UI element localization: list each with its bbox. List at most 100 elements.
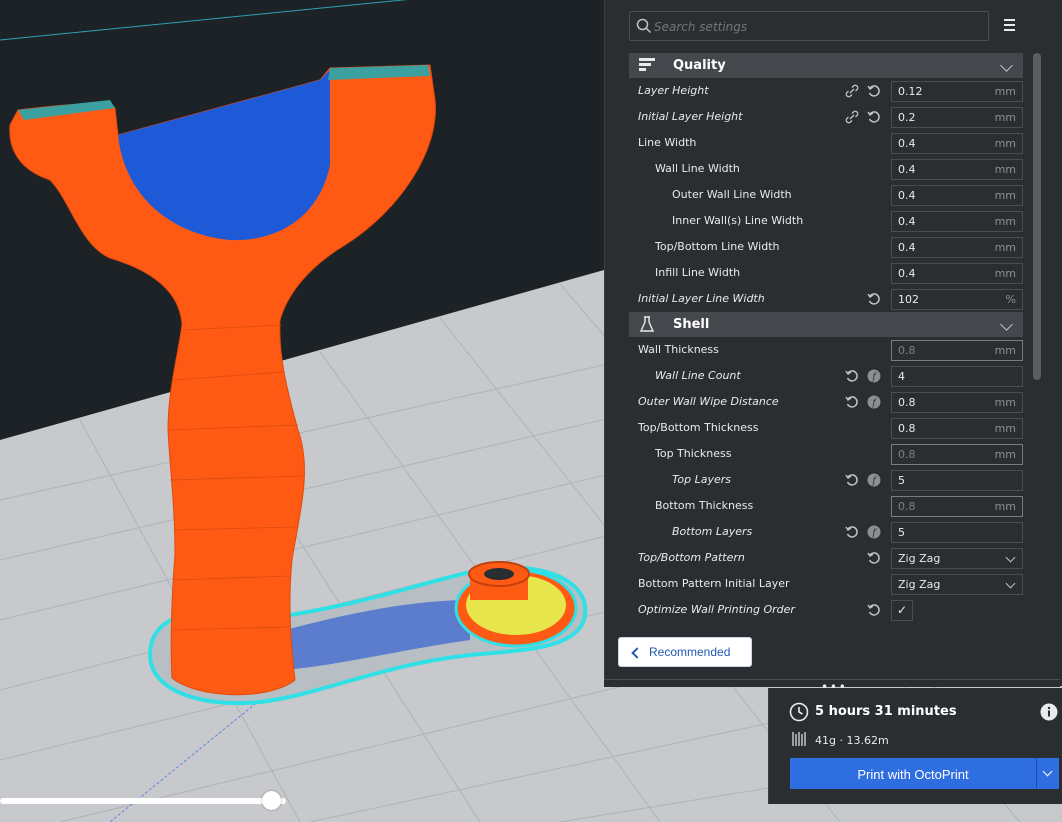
setting-input[interactable]: 0.8 mm <box>891 418 1023 439</box>
print-button[interactable]: Print with OctoPrint <box>790 758 1036 789</box>
setting-label: Wall Line Width <box>655 162 740 175</box>
setting-input[interactable]: 0.12 mm <box>891 81 1023 102</box>
setting-label: Top Layers <box>672 473 731 486</box>
reset-icon[interactable] <box>867 84 881 98</box>
reset-icon[interactable] <box>845 369 859 383</box>
reset-icon[interactable] <box>845 473 859 487</box>
setting-input[interactable]: 5 <box>891 522 1023 543</box>
setting-label: Inner Wall(s) Line Width <box>672 214 804 227</box>
setting-input[interactable]: 0.2 mm <box>891 107 1023 128</box>
setting-row-top-bottom-thickness: Top/Bottom Thickness 0.8 mm <box>629 415 1023 441</box>
setting-label: Outer Wall Line Width <box>672 188 792 201</box>
category-title: Shell <box>673 317 710 332</box>
setting-label: Bottom Layers <box>672 525 753 538</box>
setting-label: Line Width <box>638 136 697 149</box>
settings-menu-button[interactable] <box>1001 16 1019 34</box>
clock-icon <box>789 702 809 722</box>
small-part-hole <box>484 568 514 580</box>
chevron-left-icon <box>631 647 643 659</box>
setting-label: Bottom Thickness <box>655 499 754 512</box>
material-usage: 41g · 13.62m <box>815 734 889 747</box>
setting-label: Top/Bottom Thickness <box>638 421 759 434</box>
reset-icon[interactable] <box>867 551 881 565</box>
info-icon[interactable] <box>1040 703 1058 721</box>
setting-row-infill-line-width: Infill Line Width 0.4 mm <box>629 260 1023 286</box>
link-icon[interactable] <box>845 84 859 98</box>
setting-row-initial-layer-line-width: Initial Layer Line Width 102% <box>629 286 1023 312</box>
setting-label: Layer Height <box>638 84 709 97</box>
setting-row-outer-wall-line-width: Outer Wall Line Width 0.4 mm <box>629 182 1023 208</box>
setting-label: Optimize Wall Printing Order <box>638 603 795 616</box>
reset-icon[interactable] <box>867 110 881 124</box>
shell-icon <box>639 316 655 332</box>
reset-icon[interactable] <box>845 525 859 539</box>
setting-input[interactable]: 102% <box>891 289 1023 310</box>
setting-label: Wall Line Count <box>655 369 741 382</box>
setting-label: Infill Line Width <box>655 266 741 279</box>
settings-list[interactable]: Quality Layer Height 0.12 mm Initial Laye… <box>629 53 1023 623</box>
setting-row-line-width: Line Width 0.4 mm <box>629 130 1023 156</box>
layer-slider-track[interactable] <box>0 798 286 804</box>
setting-label: Wall Thickness <box>638 343 719 356</box>
setting-input[interactable]: 0.4 mm <box>891 133 1023 154</box>
setting-row-wall-thickness: Wall Thickness 0.8 mm <box>629 337 1023 363</box>
setting-dropdown[interactable]: Zig Zag <box>891 574 1023 595</box>
setting-input[interactable]: 0.8 mm <box>891 496 1023 517</box>
category-title: Quality <box>673 58 726 73</box>
link-icon[interactable] <box>845 110 859 124</box>
setting-row-top-layers: Top Layers f 5 <box>629 467 1023 493</box>
recommended-button[interactable]: Recommended <box>618 637 752 667</box>
function-icon[interactable]: f <box>867 473 881 487</box>
function-icon[interactable]: f <box>867 525 881 539</box>
setting-label: Top Thickness <box>655 447 732 460</box>
setting-dropdown[interactable]: Zig Zag <box>891 548 1023 569</box>
setting-row-top-thickness: Top Thickness 0.8 mm <box>629 441 1023 467</box>
print-action-panel: 5 hours 31 minutes 41g · 13.62m Print wi… <box>768 688 1062 804</box>
reset-icon[interactable] <box>867 603 881 617</box>
setting-label: Top/Bottom Line Width <box>655 240 780 253</box>
setting-checkbox[interactable]: ✓ <box>891 600 913 621</box>
chevron-down-icon <box>1005 552 1016 563</box>
setting-label: Bottom Pattern Initial Layer <box>638 577 790 590</box>
category-quality[interactable]: Quality <box>629 53 1023 78</box>
setting-row-outer-wall-wipe-distance: Outer Wall Wipe Distance f 0.8 mm <box>629 389 1023 415</box>
chevron-down-icon[interactable] <box>1000 318 1013 331</box>
setting-input[interactable]: 0.8 mm <box>891 444 1023 465</box>
search-input[interactable] <box>652 15 976 39</box>
setting-input[interactable]: 0.4 mm <box>891 185 1023 206</box>
print-time: 5 hours 31 minutes <box>815 704 957 719</box>
setting-row-layer-height: Layer Height 0.12 mm <box>629 78 1023 104</box>
setting-row-optimize-wall-printing-order: Optimize Wall Printing Order ✓ <box>629 597 1023 623</box>
category-shell[interactable]: Shell <box>629 312 1023 337</box>
chevron-down-icon <box>1042 766 1053 777</box>
function-icon[interactable]: f <box>867 369 881 383</box>
setting-row-inner-wall-line-width: Inner Wall(s) Line Width 0.4 mm <box>629 208 1023 234</box>
setting-input[interactable]: 5 <box>891 470 1023 491</box>
setting-input[interactable]: 0.4 mm <box>891 263 1023 284</box>
setting-input[interactable]: 0.4 mm <box>891 237 1023 258</box>
function-icon[interactable]: f <box>867 395 881 409</box>
setting-label: Initial Layer Line Width <box>638 292 765 305</box>
print-settings-panel: Quality Layer Height 0.12mm Initial Laye… <box>604 0 1062 686</box>
print-options-dropdown[interactable] <box>1036 758 1059 789</box>
setting-input[interactable]: 0.8 mm <box>891 340 1023 361</box>
setting-label: Initial Layer Height <box>638 110 743 123</box>
setting-input[interactable]: 0.4 mm <box>891 159 1023 180</box>
layer-slider-handle[interactable] <box>262 791 281 810</box>
filament-icon <box>792 732 806 746</box>
setting-input[interactable]: 0.4 mm <box>891 211 1023 232</box>
setting-row-top-bottom-line-width: Top/Bottom Line Width 0.4 mm <box>629 234 1023 260</box>
quality-icon <box>639 58 655 71</box>
search-field[interactable] <box>629 11 989 41</box>
reset-icon[interactable] <box>845 395 859 409</box>
search-icon <box>636 18 652 38</box>
hamburger-icon <box>1004 19 1015 21</box>
setting-label: Outer Wall Wipe Distance <box>638 395 779 408</box>
setting-label: Top/Bottom Pattern <box>638 551 745 564</box>
chevron-down-icon <box>1005 578 1016 589</box>
settings-scrollbar[interactable] <box>1033 53 1041 380</box>
reset-icon[interactable] <box>867 292 881 306</box>
setting-input[interactable]: 0.8 mm <box>891 392 1023 413</box>
chevron-down-icon[interactable] <box>1000 59 1013 72</box>
setting-input[interactable]: 4 <box>891 366 1023 387</box>
